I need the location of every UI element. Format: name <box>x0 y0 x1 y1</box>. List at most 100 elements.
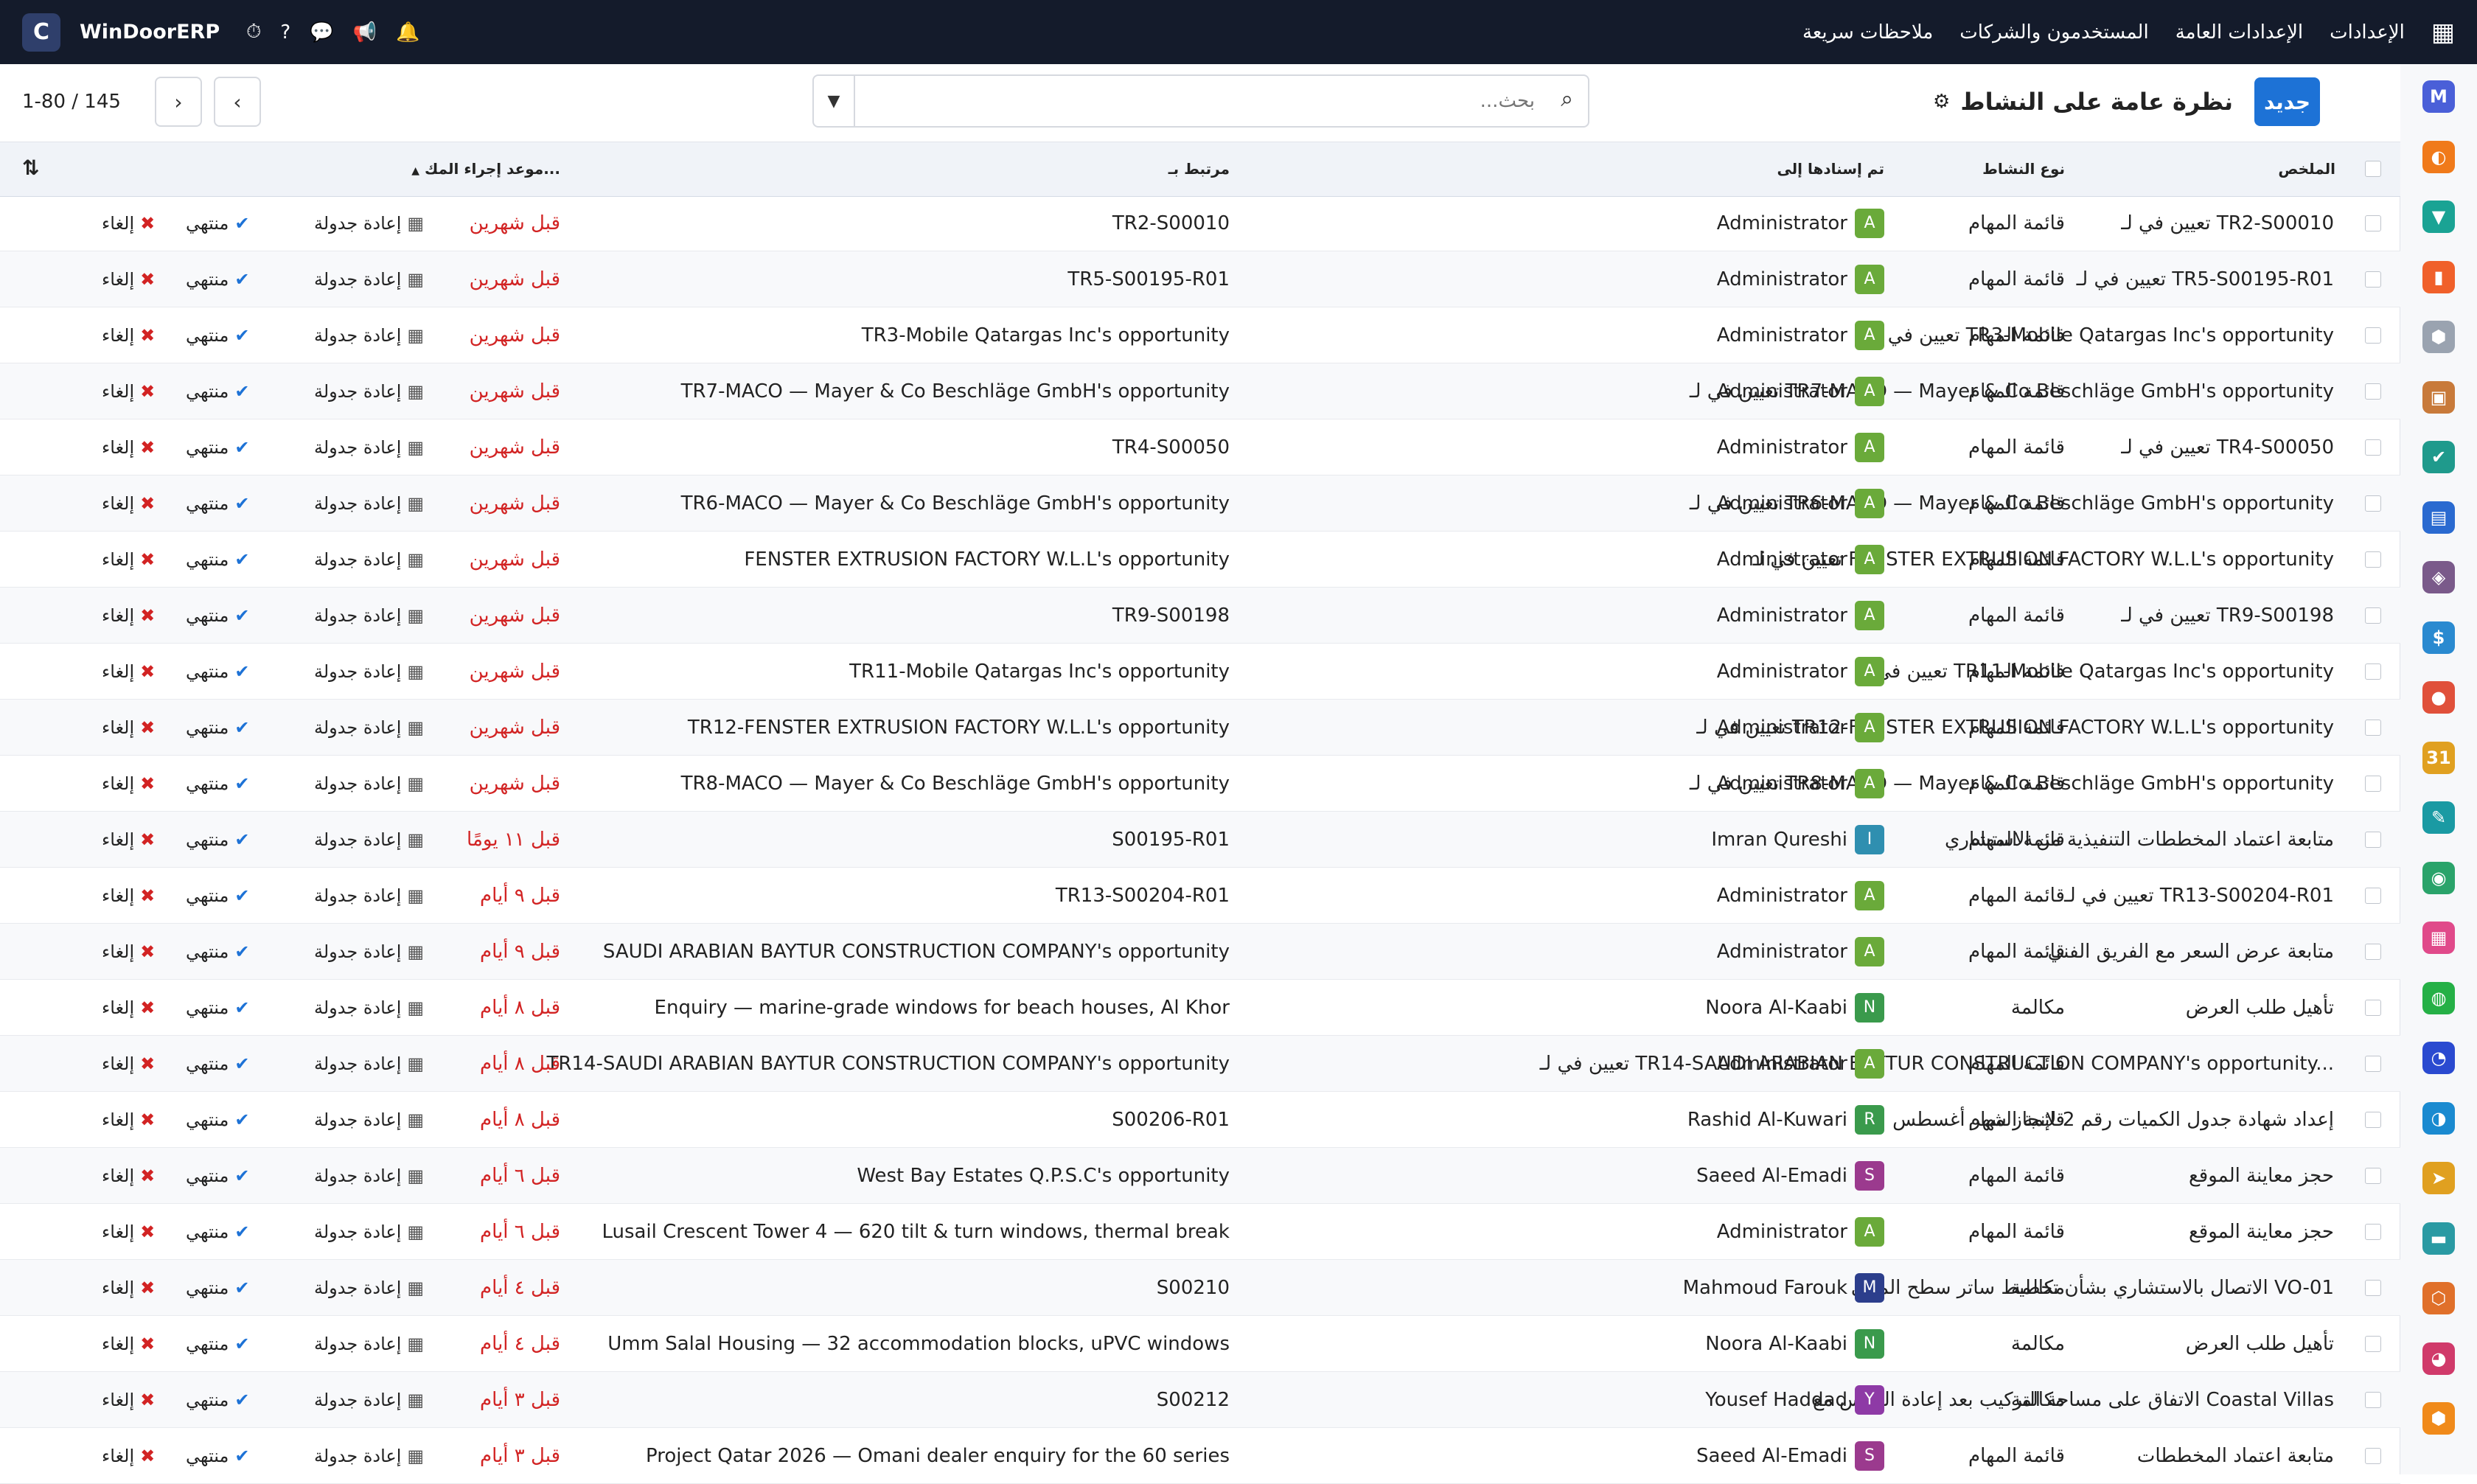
mark-done-button[interactable]: ✔ منتهي <box>186 700 250 755</box>
row-checkbox[interactable] <box>2365 383 2381 400</box>
cell-related-to[interactable]: TR4-S00050 <box>1112 419 1230 475</box>
cancel-activity-button[interactable]: ✖ إلغاء <box>102 532 155 587</box>
reschedule-button[interactable]: ▦ إعادة جدولة <box>314 363 424 419</box>
telegram-app-icon[interactable]: ➤ <box>2422 1162 2455 1194</box>
header-due-date[interactable]: ▲ موعد إجراء المك... <box>411 160 560 178</box>
table-row[interactable]: إعداد شهادة جدول الكميات رقم 2 لإنجاز شه… <box>0 1092 2400 1148</box>
row-checkbox[interactable] <box>2365 607 2381 624</box>
row-checkbox[interactable] <box>2365 720 2381 736</box>
mark-done-button[interactable]: ✔ منتهي <box>186 1372 250 1427</box>
row-checkbox[interactable] <box>2365 495 2381 512</box>
cancel-activity-button[interactable]: ✖ إلغاء <box>102 644 155 699</box>
mark-done-button[interactable]: ✔ منتهي <box>186 1204 250 1259</box>
cancel-activity-button[interactable]: ✖ إلغاء <box>102 1372 155 1427</box>
mark-done-button[interactable]: ✔ منتهي <box>186 1316 250 1371</box>
row-checkbox[interactable] <box>2365 1112 2381 1128</box>
header-summary[interactable]: الملخص <box>2278 160 2335 178</box>
approvals-app-icon[interactable]: ▬ <box>2422 1222 2455 1255</box>
reschedule-button[interactable]: ▦ إعادة جدولة <box>314 419 424 475</box>
reschedule-button[interactable]: ▦ إعادة جدولة <box>314 1092 424 1147</box>
cell-related-to[interactable]: Enquiry — marine-grade windows for beach… <box>655 980 1230 1035</box>
appraisal-app-icon[interactable]: ◉ <box>2422 861 2455 894</box>
cancel-activity-button[interactable]: ✖ إلغاء <box>102 924 155 979</box>
cancel-activity-button[interactable]: ✖ إلغاء <box>102 1316 155 1371</box>
cancel-activity-button[interactable]: ✖ إلغاء <box>102 307 155 363</box>
row-checkbox[interactable] <box>2365 1280 2381 1296</box>
table-row[interactable]: تعيين في لـ TR14-SAUDI ARABIAN BAYTUR CO… <box>0 1036 2400 1092</box>
planning-app-icon[interactable]: ◕ <box>2422 1342 2455 1375</box>
new-button[interactable]: جديد <box>2254 77 2320 126</box>
menu-quick-notes[interactable]: ملاحظات سريعة <box>1802 21 1933 43</box>
mark-done-button[interactable]: ✔ منتهي <box>186 363 250 419</box>
table-row[interactable]: تعيين في لـ TR7-MACO — Mayer & Co Beschl… <box>0 363 2400 419</box>
table-row[interactable]: تأهيل طلب العرض مكالمة N Noora Al-Kaabi Enqu… <box>0 980 2400 1036</box>
optional-columns-icon[interactable]: ⇅ <box>22 156 39 180</box>
cell-related-to[interactable]: Project Qatar 2026 — Omani dealer enquir… <box>646 1428 1230 1483</box>
table-row[interactable]: الاتفاق على مساحة التركيب بعد إعادة القي… <box>0 1372 2400 1428</box>
cell-related-to[interactable]: TR2-S00010 <box>1112 195 1230 251</box>
search-icon[interactable]: ⌕ <box>1561 86 1573 112</box>
mark-done-button[interactable]: ✔ منتهي <box>186 532 250 587</box>
cancel-activity-button[interactable]: ✖ إلغاء <box>102 700 155 755</box>
table-row[interactable]: متابعة اعتماد المخططات قائمة المهام S Saeed… <box>0 1428 2400 1484</box>
cancel-activity-button[interactable]: ✖ إلغاء <box>102 1428 155 1483</box>
reschedule-button[interactable]: ▦ إعادة جدولة <box>314 756 424 811</box>
table-row[interactable]: تعيين في لـ TR3-Mobile Qatargas Inc's op… <box>0 307 2400 363</box>
cancel-activity-button[interactable]: ✖ إلغاء <box>102 1204 155 1259</box>
row-checkbox[interactable] <box>2365 215 2381 231</box>
header-related-to[interactable]: مرتبط بـ <box>1168 160 1230 178</box>
mark-done-button[interactable]: ✔ منتهي <box>186 868 250 923</box>
cell-related-to[interactable]: Umm Salal Housing — 32 accommodation blo… <box>607 1316 1230 1371</box>
cell-related-to[interactable]: TR14-SAUDI ARABIAN BAYTUR CONSTRUCTION C… <box>546 1036 1230 1091</box>
cell-related-to[interactable]: TR6-MACO — Mayer & Co Beschläge GmbH's o… <box>681 475 1230 531</box>
cancel-activity-button[interactable]: ✖ إلغاء <box>102 1260 155 1315</box>
cell-related-to[interactable]: TR12-FENSTER EXTRUSION FACTORY W.L.L's o… <box>688 700 1230 755</box>
row-checkbox[interactable] <box>2365 1224 2381 1240</box>
cancel-activity-button[interactable]: ✖ إلغاء <box>102 1148 155 1203</box>
row-checkbox[interactable] <box>2365 1336 2381 1352</box>
calendar-app-icon[interactable]: 31 <box>2422 741 2455 774</box>
reschedule-button[interactable]: ▦ إعادة جدولة <box>314 1260 424 1315</box>
mark-done-button[interactable]: ✔ منتهي <box>186 1092 250 1147</box>
select-all-checkbox[interactable] <box>2365 161 2381 177</box>
reschedule-button[interactable]: ▦ إعادة جدولة <box>314 868 424 923</box>
reschedule-button[interactable]: ▦ إعادة جدولة <box>314 980 424 1035</box>
gear-icon[interactable]: ⚙ <box>1933 91 1950 113</box>
table-row[interactable]: تعيين في لـ TR8-MACO — Mayer & Co Beschl… <box>0 756 2400 812</box>
cell-related-to[interactable]: S00195-R01 <box>1112 812 1230 867</box>
reschedule-button[interactable]: ▦ إعادة جدولة <box>314 307 424 363</box>
discuss-app-icon[interactable]: M <box>2422 80 2455 113</box>
table-row[interactable]: تعيين في لـ TR9-S00198 قائمة المهام A Admin… <box>0 588 2400 644</box>
reporting-app-icon[interactable]: ▮ <box>2422 260 2455 293</box>
cell-related-to[interactable]: Lusail Crescent Tower 4 — 620 tilt & tur… <box>602 1204 1230 1259</box>
row-checkbox[interactable] <box>2365 1168 2381 1184</box>
mark-done-button[interactable]: ✔ منتهي <box>186 1428 250 1483</box>
table-row[interactable]: الاتصال بالاستشاري بشأن تخطيط ساتر سطح ا… <box>0 1260 2400 1316</box>
mark-done-button[interactable]: ✔ منتهي <box>186 1148 250 1203</box>
contacts-app-icon[interactable]: ▣ <box>2422 380 2455 414</box>
reschedule-button[interactable]: ▦ إعادة جدولة <box>314 588 424 643</box>
cancel-activity-button[interactable]: ✖ إلغاء <box>102 363 155 419</box>
cancel-activity-button[interactable]: ✖ إلغاء <box>102 251 155 307</box>
help-icon[interactable]: ? <box>280 21 290 43</box>
sign-app-icon[interactable]: ✎ <box>2422 801 2455 834</box>
mark-done-button[interactable]: ✔ منتهي <box>186 475 250 531</box>
cell-related-to[interactable]: TR7-MACO — Mayer & Co Beschläge GmbH's o… <box>681 363 1230 419</box>
purchase-app-icon[interactable]: ◈ <box>2422 561 2455 593</box>
app-grid-icon[interactable]: ▦ <box>2431 18 2455 47</box>
reschedule-button[interactable]: ▦ إعادة جدولة <box>314 1036 424 1091</box>
table-row[interactable]: حجز معاينة الموقع قائمة المهام S Saeed Al-E… <box>0 1148 2400 1204</box>
cell-related-to[interactable]: S00206-R01 <box>1112 1092 1230 1147</box>
mark-done-button[interactable]: ✔ منتهي <box>186 924 250 979</box>
cancel-activity-button[interactable]: ✖ إلغاء <box>102 812 155 867</box>
mark-done-button[interactable]: ✔ منتهي <box>186 1260 250 1315</box>
reschedule-button[interactable]: ▦ إعادة جدولة <box>314 195 424 251</box>
cell-related-to[interactable]: TR8-MACO — Mayer & Co Beschläge GmbH's o… <box>681 756 1230 811</box>
reschedule-button[interactable]: ▦ إعادة جدولة <box>314 1372 424 1427</box>
mark-done-button[interactable]: ✔ منتهي <box>186 307 250 363</box>
invoicing-app-icon[interactable]: $ <box>2422 621 2455 654</box>
table-row[interactable]: تعيين في لـ TR5-S00195-R01 قائمة المهام A A… <box>0 251 2400 307</box>
reschedule-button[interactable]: ▦ إعادة جدولة <box>314 475 424 531</box>
mark-done-button[interactable]: ✔ منتهي <box>186 195 250 251</box>
dashboards-app-icon[interactable]: ▦ <box>2422 922 2455 954</box>
